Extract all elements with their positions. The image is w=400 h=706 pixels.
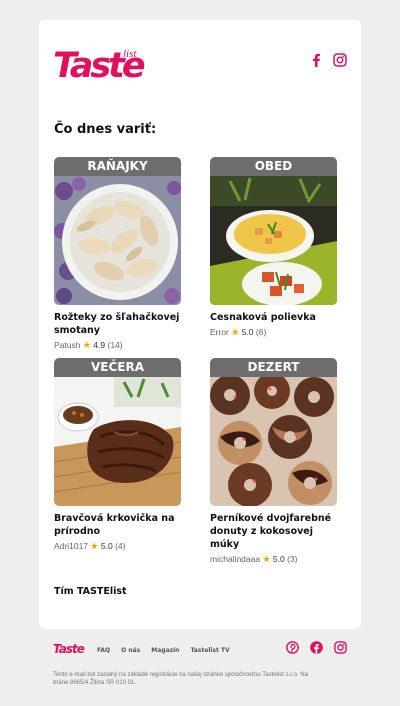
- section-heading: Čo dnes variť:: [54, 122, 157, 137]
- instagram-icon[interactable]: [333, 53, 347, 67]
- category-badge: VEČERA: [54, 358, 181, 377]
- recipe-meta: michalindaaa ★ 5.0 (3): [210, 554, 337, 565]
- recipe-rating-count: (3): [287, 554, 298, 564]
- footer-link-magazine[interactable]: Magazín: [151, 647, 179, 654]
- star-icon: ★: [262, 554, 271, 564]
- croissant-plate-image: [54, 176, 181, 305]
- recipe-rating: 5.0: [241, 327, 254, 337]
- category-badge: OBED: [210, 157, 337, 176]
- pork-neck-steak-image: [54, 377, 181, 506]
- footer-disclaimer: Tento e-mail bol zaslaný na základe regi…: [53, 672, 308, 686]
- star-icon: ★: [82, 340, 91, 350]
- recipe-rating: 5.0: [100, 541, 113, 551]
- facebook-icon[interactable]: [311, 53, 321, 67]
- recipe-card-dessert[interactable]: DEZERT Perníkové dvojfarebné donuty z ko…: [210, 358, 337, 565]
- star-icon: ★: [90, 541, 99, 551]
- logo-small-text: list: [123, 48, 137, 60]
- recipe-title[interactable]: Perníkové dvojfarebné donuty z kokosovej…: [210, 512, 337, 551]
- recipe-author: Adri1017: [54, 541, 89, 551]
- recipe-author: Error: [210, 327, 229, 337]
- footer-link-about[interactable]: O nás: [121, 647, 140, 654]
- recipe-photo[interactable]: [54, 377, 181, 506]
- signature: Tím TASTElist: [54, 586, 127, 597]
- instagram-icon[interactable]: [334, 641, 347, 654]
- recipe-meta: Error ★ 5.0 (6): [210, 327, 337, 338]
- recipe-rating: 5.0: [272, 554, 285, 564]
- social-links-top: [311, 53, 347, 67]
- footer-link-tv[interactable]: Tastelist TV: [190, 647, 229, 654]
- recipe-meta: Adri1017 ★ 5.0 (4): [54, 541, 181, 552]
- recipe-rating-count: (14): [107, 340, 123, 350]
- facebook-icon[interactable]: [310, 641, 323, 654]
- garlic-soup-image: [210, 176, 337, 305]
- tastelist-logo[interactable]: Taste list: [53, 48, 147, 86]
- recipe-title[interactable]: Bravčová krkovička na prírodno: [54, 512, 181, 538]
- footer-nav: FAQ O nás Magazín Tastelist TV: [97, 647, 230, 654]
- email-card: Taste list Čo dnes variť: RAŇAJKY Rožtek…: [39, 20, 361, 629]
- pinterest-icon[interactable]: [286, 641, 299, 654]
- category-badge: RAŇAJKY: [54, 157, 181, 176]
- recipe-card-lunch[interactable]: OBED Cesnaková polievka Error ★ 5.0 (6): [210, 157, 337, 338]
- recipe-card-breakfast[interactable]: RAŇAJKY Rožteky zo šľahačkovej smotany P…: [54, 157, 181, 351]
- recipe-card-dinner[interactable]: VEČERA Bravčová krkovička na prírodno Ad…: [54, 358, 181, 552]
- recipe-title[interactable]: Rožteky zo šľahačkovej smotany: [54, 311, 181, 337]
- recipe-meta: Patush ★ 4.9 (14): [54, 340, 181, 351]
- recipe-photo[interactable]: [210, 176, 337, 305]
- star-icon: ★: [231, 327, 240, 337]
- recipe-photo[interactable]: [54, 176, 181, 305]
- recipe-author: Patush: [54, 340, 81, 350]
- recipe-rating-count: (4): [115, 541, 126, 551]
- category-badge: DEZERT: [210, 358, 337, 377]
- recipe-photo[interactable]: [210, 377, 337, 506]
- recipe-rating-count: (6): [255, 327, 267, 337]
- recipe-rating: 4.9: [93, 340, 106, 350]
- gingerbread-donuts-image: [210, 377, 337, 506]
- recipe-author: michalindaaa: [210, 554, 261, 564]
- footer-logo[interactable]: Taste: [53, 642, 85, 656]
- recipe-title[interactable]: Cesnaková polievka: [210, 311, 337, 324]
- footer-link-faq[interactable]: FAQ: [97, 647, 110, 654]
- social-links-bottom: [286, 641, 347, 654]
